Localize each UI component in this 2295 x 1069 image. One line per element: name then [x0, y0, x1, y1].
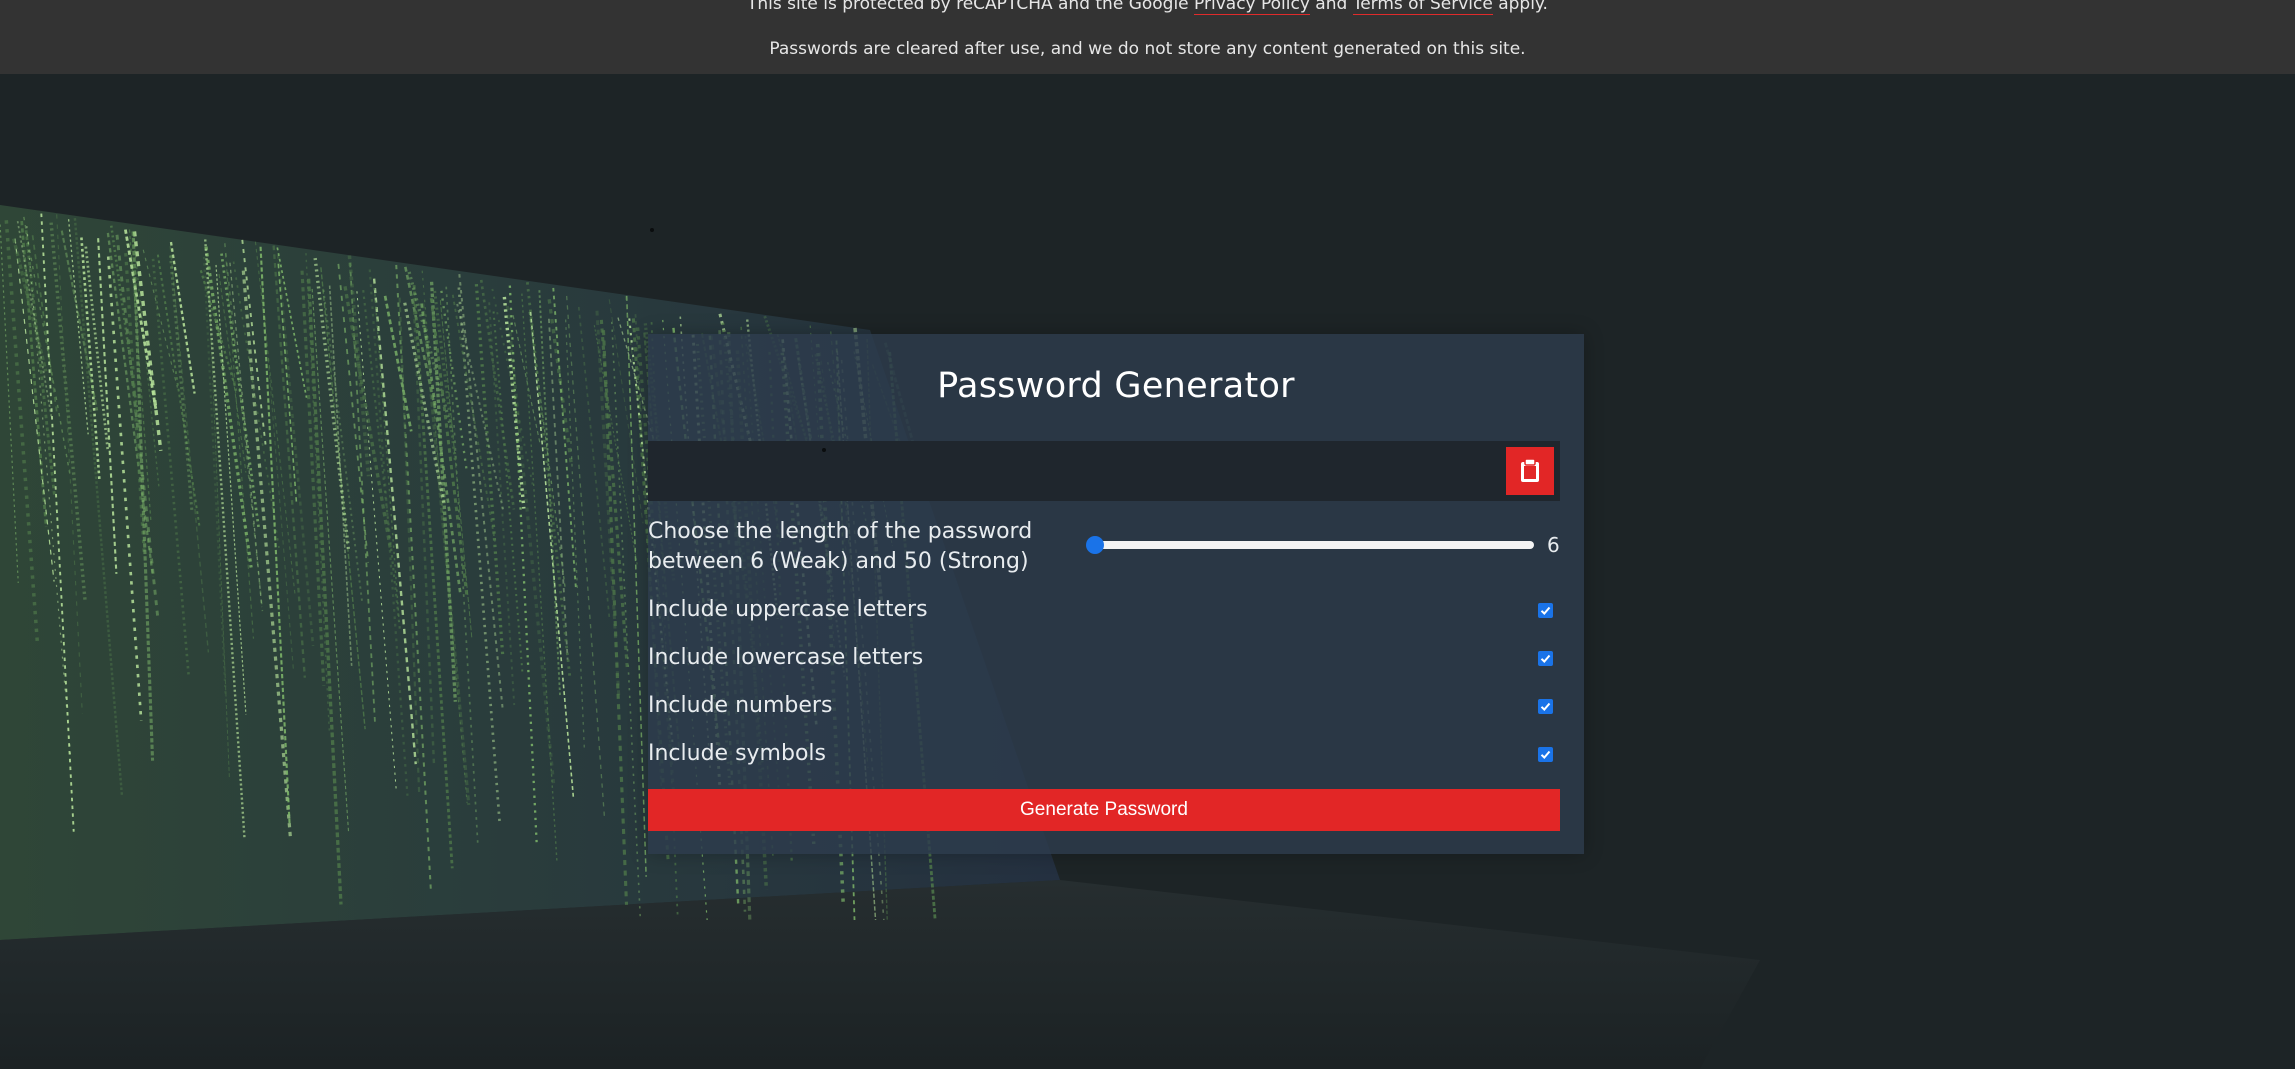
option-symbols: Include symbols: [648, 739, 1560, 769]
recaptcha-text-suffix: apply.: [1492, 0, 1548, 14]
option-numbers-label: Include numbers: [648, 693, 833, 718]
recaptcha-notice-bar: This site is protected by reCAPTCHA and …: [0, 0, 2295, 74]
uppercase-checkbox[interactable]: [1538, 603, 1553, 618]
length-label-line1: Choose the length of the password: [648, 519, 1033, 544]
page: This site is protected by reCAPTCHA and …: [0, 0, 2295, 1069]
checkmark-icon: [1540, 702, 1551, 711]
decorative-dot: [822, 448, 826, 452]
option-lowercase: Include lowercase letters: [648, 643, 1560, 673]
recaptcha-text-prefix: This site is protected by reCAPTCHA and …: [747, 0, 1195, 14]
lowercase-checkbox[interactable]: [1538, 651, 1553, 666]
decorative-dot: [650, 228, 654, 232]
checkmark-icon: [1540, 750, 1551, 759]
recaptcha-notice: This site is protected by reCAPTCHA and …: [0, 0, 2295, 15]
option-lowercase-label: Include lowercase letters: [648, 645, 924, 670]
clipboard-icon: [1521, 459, 1539, 482]
checkmark-icon: [1540, 606, 1551, 615]
page-title: Password Generator: [937, 366, 1295, 406]
generate-password-button[interactable]: Generate Password: [648, 789, 1560, 831]
terms-of-service-link[interactable]: Terms of Service: [1352, 0, 1493, 15]
length-slider-track[interactable]: [1088, 541, 1534, 549]
privacy-policy-link[interactable]: Privacy Policy: [1194, 0, 1310, 15]
copy-to-clipboard-button[interactable]: [1506, 447, 1554, 495]
privacy-notice: Passwords are cleared after use, and we …: [769, 39, 1526, 59]
numbers-checkbox[interactable]: [1538, 699, 1553, 714]
checkmark-icon: [1540, 654, 1551, 663]
option-uppercase: Include uppercase letters: [648, 595, 1560, 625]
length-slider-thumb[interactable]: [1086, 536, 1104, 554]
password-generator-card: Password Generator Choose the length of …: [648, 334, 1584, 854]
password-output-field[interactable]: [648, 441, 1498, 501]
option-uppercase-label: Include uppercase letters: [648, 597, 928, 622]
length-value: 6: [1547, 533, 1560, 557]
length-label: Choose the length of the password betwee…: [648, 517, 1068, 577]
length-label-line2: between 6 (Weak) and 50 (Strong): [648, 549, 1029, 574]
recaptcha-text-and: and: [1309, 0, 1353, 14]
length-slider[interactable]: [1086, 534, 1534, 556]
option-numbers: Include numbers: [648, 691, 1560, 721]
option-symbols-label: Include symbols: [648, 741, 826, 766]
symbols-checkbox[interactable]: [1538, 747, 1553, 762]
password-output-row: [648, 441, 1560, 501]
